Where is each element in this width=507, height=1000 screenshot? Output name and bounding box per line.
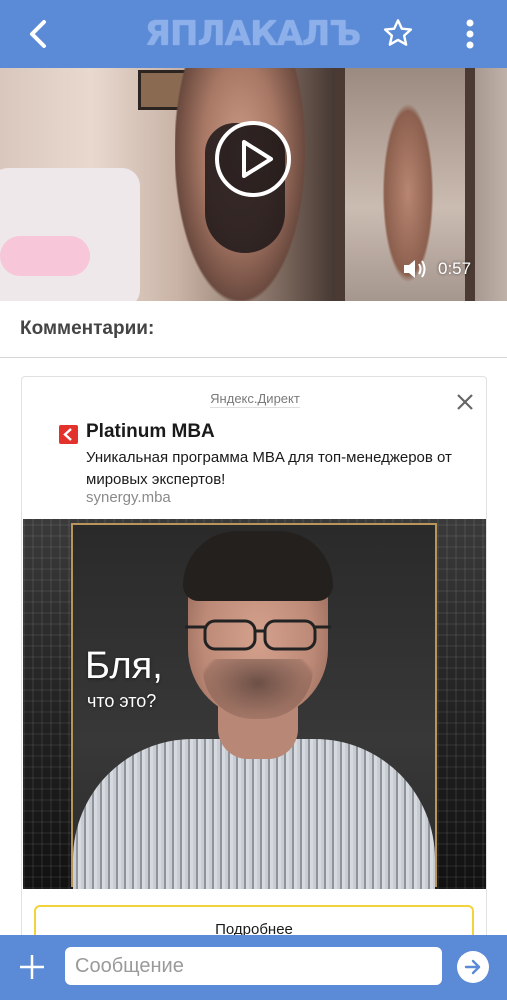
ad-source-text[interactable]: Яндекс.Директ bbox=[210, 391, 300, 408]
video-thumbnail-bed bbox=[0, 168, 140, 301]
back-arrow-icon bbox=[30, 20, 46, 48]
ad-title[interactable]: Platinum MBA bbox=[86, 421, 215, 443]
send-arrow-icon bbox=[464, 959, 481, 975]
play-button[interactable] bbox=[214, 120, 292, 198]
divider bbox=[0, 357, 507, 358]
ad-close-button[interactable] bbox=[452, 389, 478, 415]
message-composer bbox=[0, 935, 507, 1000]
more-menu-button[interactable] bbox=[452, 12, 488, 56]
star-outline-icon bbox=[383, 19, 413, 46]
favorite-button[interactable] bbox=[378, 12, 418, 54]
video-player[interactable]: 0:57 bbox=[0, 68, 507, 301]
video-thumbnail-pillow bbox=[0, 236, 90, 276]
person-hair bbox=[183, 531, 333, 601]
ad-domain[interactable]: synergy.mba bbox=[86, 489, 171, 506]
brand-logo-icon bbox=[59, 425, 78, 444]
ad-source-label: Яндекс.Директ bbox=[22, 391, 488, 408]
glasses-icon bbox=[185, 619, 331, 651]
site-logo[interactable]: ЯПЛАКАЛЪ bbox=[140, 12, 365, 56]
close-icon bbox=[457, 394, 473, 410]
back-button[interactable] bbox=[20, 14, 56, 54]
comments-heading: Комментарии: bbox=[20, 318, 155, 339]
ad-description: Уникальная программа MBA для топ-менедже… bbox=[86, 449, 452, 488]
person-shirt bbox=[73, 739, 435, 889]
app-screen: ЯПЛАКАЛЪ 0:57 Комментарии: Яндекс.Директ… bbox=[0, 0, 507, 1000]
mute-button[interactable] bbox=[400, 254, 430, 284]
send-button[interactable] bbox=[457, 951, 489, 983]
play-icon bbox=[215, 121, 291, 197]
more-vertical-icon bbox=[466, 19, 474, 49]
creative-subline: что это? bbox=[87, 691, 157, 711]
plus-icon bbox=[20, 955, 44, 979]
top-app-bar: ЯПЛАКАЛЪ bbox=[0, 0, 507, 68]
ad-card[interactable]: Яндекс.Директ Platinum MBA Уникальная пр… bbox=[21, 376, 488, 957]
video-duration: 0:57 bbox=[438, 259, 472, 278]
video-controls: 0:57 bbox=[400, 252, 498, 286]
creative-headline: Бля, bbox=[85, 645, 163, 687]
volume-icon bbox=[404, 260, 426, 278]
attach-button[interactable] bbox=[14, 947, 50, 987]
ad-creative-image[interactable]: Бля, что это? bbox=[23, 519, 486, 889]
message-input[interactable] bbox=[65, 947, 442, 985]
